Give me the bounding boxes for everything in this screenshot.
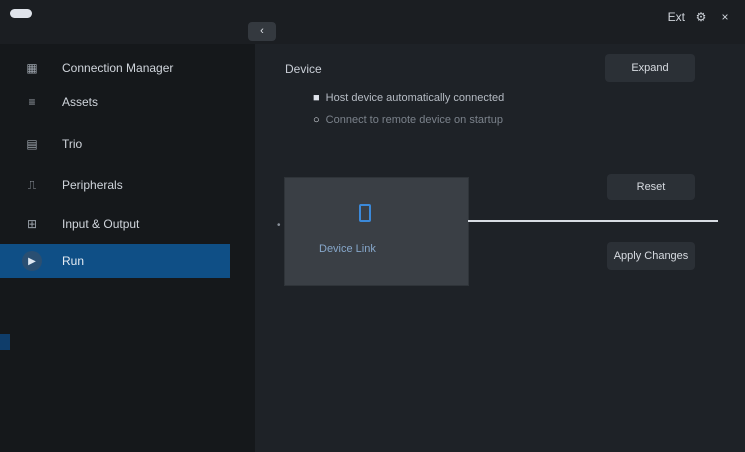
grid-icon: ⊞ — [26, 217, 38, 231]
reset-button[interactable]: Reset — [607, 174, 695, 200]
sidebar-item-label: Input & Output — [62, 217, 140, 231]
sidebar-item-label: Assets — [62, 95, 99, 109]
checkbox-icon[interactable]: ■ — [313, 92, 320, 104]
radio-icon[interactable]: ○ — [313, 114, 320, 126]
sidebar-item-label: Trio — [62, 137, 83, 151]
app-logo — [10, 9, 32, 18]
gear-icon[interactable]: ⚙ — [693, 9, 709, 25]
layout-icon: ▤ — [26, 137, 38, 151]
sidebar-item-run[interactable]: ▶ Run — [0, 244, 230, 278]
plug-icon — [359, 204, 371, 222]
device-card-label: Device Link — [319, 243, 376, 255]
sidebar-item-label: Run — [62, 254, 85, 268]
close-icon[interactable]: × — [717, 9, 733, 25]
sidebar: ▦ Connection Manager ≡ Assets ▤ Trio ⎍ P… — [0, 44, 255, 452]
title-bar-text: Ext — [667, 10, 685, 24]
network-icon: ▦ — [26, 61, 38, 75]
sidebar-item-label: Connection Manager — [62, 61, 174, 75]
usb-icon: ⎍ — [27, 177, 37, 192]
back-button[interactable]: ‹ — [248, 22, 276, 41]
stack-icon: ≡ — [28, 95, 36, 109]
sidebar-item-peripherals[interactable]: ⎍ Peripherals — [22, 170, 230, 200]
title-bar-controls: Ext ⚙ × — [668, 9, 733, 25]
sidebar-item-connection-manager[interactable]: ▦ Connection Manager — [22, 53, 230, 83]
section-title: Device — [285, 62, 322, 76]
expand-button[interactable]: Expand — [605, 54, 695, 82]
sidebar-item-label: Peripherals — [62, 178, 123, 192]
apply-button[interactable]: Apply Changes — [607, 242, 695, 270]
side-marker: • — [277, 220, 281, 231]
main-panel: Device Expand ■ Host device automaticall… — [255, 44, 745, 452]
option-label: Host device automatically connected — [325, 92, 505, 104]
option-host-device[interactable]: ■ Host device automatically connected — [313, 92, 504, 104]
play-icon: ▶ — [22, 251, 42, 271]
sidebar-item-assets[interactable]: ≡ Assets — [22, 87, 230, 117]
option-remote-device[interactable]: ○ Connect to remote device on startup — [313, 114, 503, 126]
device-card[interactable] — [285, 178, 468, 285]
sidebar-item-trio[interactable]: ▤ Trio — [22, 129, 230, 159]
connection-line — [468, 220, 718, 222]
sidebar-accent — [0, 334, 10, 350]
title-bar: ‹ Ext ⚙ × — [0, 0, 745, 44]
option-label: Connect to remote device on startup — [325, 114, 503, 126]
sidebar-item-input-output[interactable]: ⊞ Input & Output — [22, 209, 230, 239]
